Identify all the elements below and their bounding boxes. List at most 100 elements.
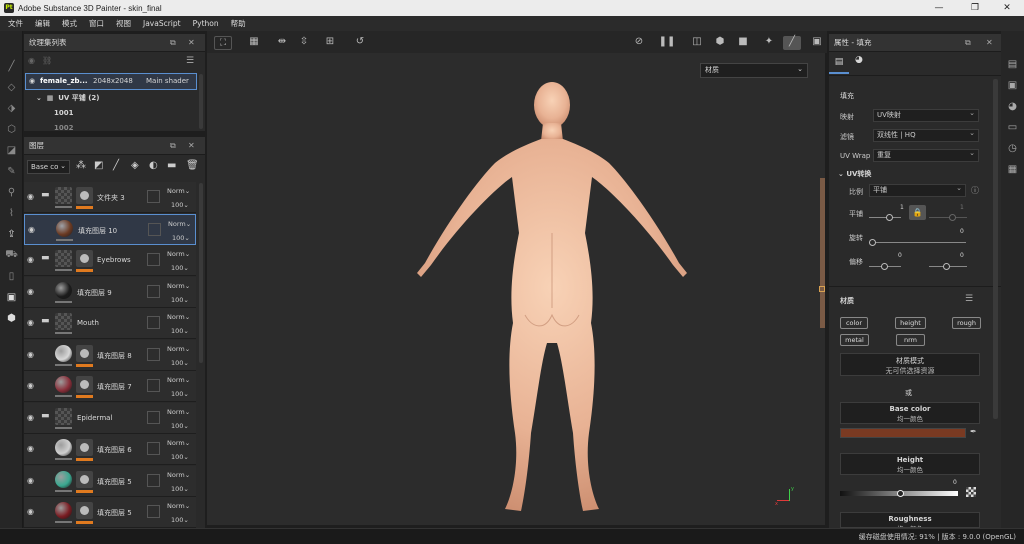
layer-row[interactable]: ◉ 填充图层 5 Norm⌄ 100⌄: [24, 497, 196, 528]
pause-icon[interactable]: ❚❚: [658, 36, 676, 50]
uv-tiles-group[interactable]: ⌄ ▦ UV 平铺 (2): [36, 93, 100, 103]
link-icon[interactable]: ⛓: [42, 56, 52, 65]
layer-blend-mode[interactable]: Norm⌄: [167, 187, 190, 195]
layer-opacity-value[interactable]: 100⌄: [171, 264, 189, 272]
channel-nrm-chip[interactable]: nrm: [896, 334, 925, 346]
layer-blend-box[interactable]: [147, 442, 160, 455]
close-panel-icon[interactable]: ✕: [986, 34, 993, 52]
layer-blend-mode[interactable]: Norm⌄: [167, 250, 190, 258]
menu-mode[interactable]: 模式: [56, 18, 83, 29]
visibility-eye-icon[interactable]: ◉: [27, 287, 37, 297]
add-folder-icon[interactable]: ▬: [167, 160, 176, 171]
visibility-eye-icon[interactable]: ◉: [27, 444, 37, 454]
add-fill-layer-icon[interactable]: ◈: [131, 160, 139, 171]
frame-selection-icon[interactable]: ⛶: [214, 36, 232, 50]
layer-name[interactable]: 填充图层 5: [97, 477, 132, 487]
trash-tool-icon[interactable]: ▯: [0, 266, 23, 287]
uv-wrap-dropdown[interactable]: 重复: [873, 148, 979, 162]
layer-name[interactable]: Eyebrows: [97, 256, 131, 264]
uv-tile-1001[interactable]: 1001: [54, 109, 73, 117]
layer-blend-mode[interactable]: Norm⌄: [167, 439, 190, 447]
tab-properties-icon[interactable]: ▤: [829, 52, 849, 74]
layer-opacity-value[interactable]: 100⌄: [171, 327, 189, 335]
layer-name[interactable]: 填充图层 9: [77, 288, 112, 298]
layer-row[interactable]: ◉ 填充图层 9 Norm⌄ 100⌄: [24, 276, 196, 308]
rotate-slider-knob[interactable]: [869, 239, 876, 246]
eraser-icon[interactable]: ◇: [0, 77, 23, 98]
layer-mask-thumbnail[interactable]: [76, 344, 93, 362]
polygon-fill-icon[interactable]: ◪: [0, 140, 23, 161]
layer-opacity-value[interactable]: 100⌄: [171, 390, 189, 398]
eyedropper-icon[interactable]: ✒: [970, 427, 977, 436]
layer-name[interactable]: 填充图层 5: [97, 508, 132, 518]
layer-mask-thumbnail[interactable]: [76, 187, 93, 204]
layer-blend-box[interactable]: [147, 347, 160, 361]
visibility-eye-icon[interactable]: ◉: [27, 318, 37, 328]
paint-brush-icon[interactable]: ╱: [0, 56, 23, 77]
layer-name[interactable]: 文件夹 3: [97, 193, 125, 203]
cube-icon[interactable]: ⬢: [0, 308, 23, 329]
mapping-dropdown[interactable]: UV映射: [873, 108, 979, 122]
add-mask-icon[interactable]: ◩: [94, 160, 103, 171]
layer-blend-mode[interactable]: Norm⌄: [167, 282, 190, 290]
channel-metal-chip[interactable]: metal: [840, 334, 869, 346]
close-panel-icon[interactable]: ✕: [188, 34, 195, 52]
menu-python[interactable]: Python: [187, 19, 225, 28]
visibility-eye-icon[interactable]: ◉: [28, 225, 38, 235]
symmetry-y-icon[interactable]: ⇳: [295, 36, 313, 50]
color-picker-icon[interactable]: ⌇: [0, 203, 23, 224]
layer-blend-box[interactable]: [147, 473, 160, 487]
layer-name[interactable]: Epidermal: [77, 414, 112, 422]
layer-blend-mode[interactable]: Norm⌄: [167, 502, 190, 510]
layer-row[interactable]: ◉ 填充图层 5 Norm⌄ 100⌄: [24, 465, 196, 497]
list-menu-icon[interactable]: ☰: [186, 56, 194, 66]
uv-transform-section[interactable]: ⌄ UV转换: [838, 169, 871, 179]
bake-icon[interactable]: ⛟: [0, 245, 23, 266]
visibility-eye-icon[interactable]: ◉: [27, 413, 37, 423]
minimize-button[interactable]: —: [922, 0, 956, 16]
base-color-slot[interactable]: Base color 均一颜色: [840, 402, 980, 424]
clone-icon[interactable]: ⚲: [0, 182, 23, 203]
base-color-swatch[interactable]: [840, 428, 966, 438]
properties-scrollbar[interactable]: [993, 79, 998, 419]
tile-slider-2[interactable]: [929, 217, 967, 218]
layer-blend-box[interactable]: [147, 253, 160, 266]
lights-icon[interactable]: ✦: [760, 36, 778, 50]
close-panel-icon[interactable]: ✕: [188, 137, 195, 155]
layer-name[interactable]: 填充图层 6: [97, 445, 132, 455]
tile-slider[interactable]: [869, 217, 901, 218]
effects-icon[interactable]: ⁂: [76, 160, 86, 171]
channel-height-chip[interactable]: height: [895, 317, 926, 329]
export-icon[interactable]: ⇪: [0, 224, 23, 245]
layer-name[interactable]: 填充图层 8: [97, 351, 132, 361]
visibility-eye-icon[interactable]: ◉: [27, 476, 37, 486]
channel-color-chip[interactable]: color: [840, 317, 868, 329]
layer-blend-box[interactable]: [148, 222, 161, 236]
document-icon[interactable]: ▣: [0, 287, 23, 308]
layer-mask-thumbnail[interactable]: [76, 470, 93, 488]
layer-blend-box[interactable]: [147, 316, 160, 329]
grid-view-icon[interactable]: ▦: [245, 36, 263, 50]
layer-name[interactable]: Mouth: [77, 319, 99, 327]
smart-material-icon[interactable]: ◐: [149, 160, 158, 171]
projection-icon[interactable]: ⬗: [0, 98, 23, 119]
layer-mask-thumbnail[interactable]: [76, 376, 93, 393]
layer-mask-thumbnail[interactable]: [76, 439, 93, 456]
visibility-eye-icon[interactable]: ◉: [27, 350, 37, 360]
layer-blend-mode[interactable]: Norm⌄: [167, 313, 190, 321]
layer-row[interactable]: ◉ 填充图层 10 Norm⌄ 100⌄: [24, 213, 196, 245]
layers-scrollbar[interactable]: [199, 183, 203, 363]
scale-dropdown[interactable]: 平铺: [869, 183, 966, 197]
symmetry-x-icon[interactable]: ⇹: [273, 36, 291, 50]
filter-dropdown[interactable]: 双线性 | HQ: [873, 128, 979, 142]
info-icon[interactable]: ⓘ: [971, 185, 979, 196]
undock-icon[interactable]: ⧉: [170, 137, 176, 155]
smudge-icon[interactable]: ✎: [0, 161, 23, 182]
layer-row[interactable]: ◉ 填充图层 6 Norm⌄ 100⌄: [24, 434, 196, 465]
offset-slider-v-knob[interactable]: [943, 263, 950, 270]
layer-opacity-value[interactable]: 100⌄: [171, 485, 189, 493]
layer-name[interactable]: 填充图层 7: [97, 382, 132, 392]
tile-slider-knob[interactable]: [886, 214, 893, 221]
layer-blend-box[interactable]: [147, 410, 160, 424]
undock-icon[interactable]: ⧉: [170, 34, 176, 52]
